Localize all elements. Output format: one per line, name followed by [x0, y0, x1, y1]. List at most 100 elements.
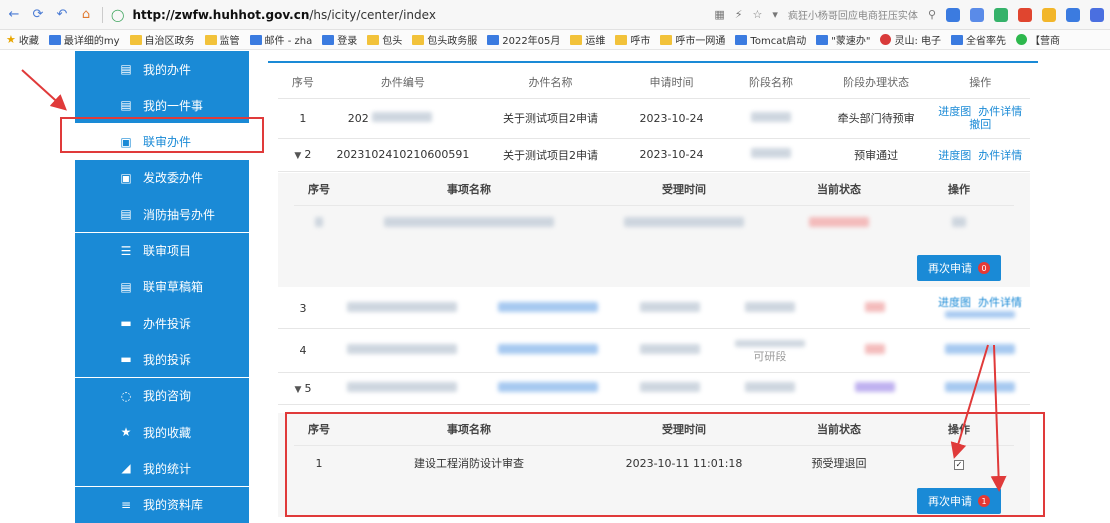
undo-icon[interactable]: ↶	[54, 7, 70, 23]
extension-icon[interactable]	[970, 7, 984, 22]
sidebar-item[interactable]: ▬ 办件投诉	[75, 305, 249, 342]
header-stage-status: 阶段办理状态	[821, 66, 931, 99]
bookmark-label: 监管	[219, 36, 240, 47]
table-row: ▼ 2 2023102410210600591 关于测试项目2申请 2023-10…	[278, 138, 1030, 172]
sidebar-item[interactable]: ▬ 我的投诉	[75, 341, 249, 378]
bookmark-item[interactable]: 呼市一网通	[660, 32, 725, 47]
row-index[interactable]: ▼ 5	[278, 372, 328, 405]
lightning-icon[interactable]: ⚡	[735, 8, 743, 21]
bookmark-item[interactable]: Tomcat启动	[735, 32, 806, 47]
app-icon[interactable]	[1066, 7, 1080, 22]
bookmark-item[interactable]: 呼市	[615, 32, 650, 47]
details-link[interactable]: 办件详情	[978, 296, 1022, 309]
expand-caret-icon[interactable]: ▼	[294, 151, 301, 161]
row-name	[475, 290, 622, 329]
bookmark-item[interactable]: 最详细的my	[48, 32, 120, 47]
key-icon[interactable]	[1042, 7, 1056, 22]
sidebar-item-label: 办件投诉	[143, 316, 192, 331]
screenshot-icon[interactable]	[994, 7, 1008, 22]
row-name-link[interactable]: 关于测试项目2申请	[478, 98, 623, 139]
sidebar-item[interactable]: ◢ 我的统计	[75, 450, 249, 487]
bookmark-item[interactable]: 运维	[570, 32, 605, 47]
sidebar-item[interactable]: ◌ 我的咨询	[75, 377, 249, 414]
news-snippet[interactable]: 疯狂小杨哥回应电商狂压实体	[788, 7, 918, 22]
row-stage	[718, 290, 821, 329]
bookmark-item[interactable]: 2022年05月	[487, 32, 560, 47]
progress-link[interactable]: 进度图	[938, 296, 971, 309]
list-icon: ☰	[120, 243, 132, 258]
sidebar-item-label: 我的统计	[143, 461, 192, 476]
withdraw-link[interactable]: 撤回	[969, 118, 991, 131]
back-icon[interactable]: ←	[6, 7, 22, 23]
bookmark-item[interactable]: 监管	[204, 32, 240, 47]
favorite-star-icon[interactable]: ☆	[753, 8, 763, 21]
row-status: 牵头部门待预审	[821, 98, 931, 139]
sidebar-item[interactable]: ▤ 联审草稿箱	[75, 268, 249, 305]
bookmark-item[interactable]: 包头	[367, 32, 402, 47]
table-row: 1 202 关于测试项目2申请 2023-10-24 牵头部门待预审 进度图 办…	[278, 98, 1030, 139]
row-status	[820, 372, 930, 405]
bookmark-item[interactable]: ★ 收藏	[6, 32, 39, 47]
database-icon: ≡	[120, 497, 132, 512]
table-header-row: 序号 办件编号 办件名称 申请时间 阶段名称 阶段办理状态 操作	[278, 66, 1030, 99]
bookmark-label: 【营商	[1030, 36, 1061, 47]
url-path: /hs/icity/center/index	[309, 7, 436, 22]
row-stage: 可研段	[718, 328, 821, 373]
details-link[interactable]: 办件详情	[978, 105, 1022, 118]
download-icon[interactable]	[946, 7, 960, 22]
address-bar[interactable]: http://zwfw.huhhot.gov.cn/hs/icity/cente…	[132, 8, 436, 22]
chart-icon: ◢	[121, 461, 131, 476]
bookmark-item[interactable]: 包头政务服	[412, 32, 477, 47]
row-index[interactable]: ▼ 2	[278, 138, 328, 172]
header-operation: 操作	[930, 66, 1030, 99]
chevron-down-icon[interactable]: ▾	[772, 8, 778, 21]
row-date: 2023-10-24	[622, 98, 721, 139]
redacted-block	[639, 343, 700, 354]
search-icon[interactable]: ⚲	[928, 8, 936, 21]
expand-caret-icon[interactable]: ▼	[295, 385, 302, 395]
sub-header-operation: 操作	[948, 182, 970, 196]
bookmark-item[interactable]: 自治区政务	[129, 32, 195, 47]
sidebar-item[interactable]: ≡ 我的资料库	[75, 486, 249, 523]
refresh-icon[interactable]: ⟳	[30, 7, 46, 23]
progress-link[interactable]: 进度图	[938, 149, 971, 162]
redacted-block	[809, 216, 869, 227]
annotation-box-sidebar	[60, 117, 264, 153]
row-name-link[interactable]: 关于测试项目2申请	[478, 138, 623, 172]
reapply-button[interactable]: 再次申请 0	[917, 255, 1001, 281]
menu-icon[interactable]	[1090, 7, 1104, 22]
bookmark-item[interactable]: 登录	[322, 32, 357, 47]
card-icon: ▣	[120, 170, 132, 185]
site-icon	[249, 34, 262, 45]
sub-row-time	[594, 204, 774, 241]
bookmark-item[interactable]: "蒙速办"	[816, 32, 870, 47]
site-icon	[487, 34, 500, 45]
star-icon: ★	[6, 33, 16, 46]
bookmark-item[interactable]: 【营商	[1016, 32, 1060, 47]
row-stage	[720, 138, 822, 172]
scissors-icon[interactable]	[1018, 7, 1032, 22]
home-icon[interactable]: ⌂	[78, 7, 94, 23]
site-icon	[880, 34, 892, 45]
row-index: 3	[278, 290, 328, 329]
details-link[interactable]: 办件详情	[978, 149, 1022, 162]
sidebar-item[interactable]: ▤ 消防抽号办件	[75, 196, 249, 233]
sidebar-item[interactable]: ☰ 联审项目	[75, 232, 249, 269]
sidebar-item[interactable]: ▣ 发改委办件	[75, 159, 249, 196]
redacted-block	[865, 343, 886, 354]
row-code	[327, 290, 476, 329]
bookmark-item[interactable]: 灵山: 电子	[880, 32, 941, 47]
progress-link[interactable]: 进度图	[938, 105, 971, 118]
bookmark-item[interactable]: 全省率先	[951, 32, 1006, 47]
sidebar-item-label: 我的办件	[143, 62, 192, 77]
sidebar-item[interactable]: ▤ 我的办件	[75, 51, 249, 87]
site-icon	[322, 34, 335, 45]
site-icon	[816, 34, 829, 45]
sidebar-item[interactable]: ★ 我的收藏	[75, 414, 249, 450]
content-top-line	[268, 61, 1038, 63]
bookmark-item[interactable]: 邮件 - zha	[249, 32, 312, 47]
url-host: http://zwfw.huhhot.gov.cn	[132, 7, 310, 22]
sub-row-op	[904, 204, 1014, 241]
row-operations: 进度图 办件详情	[930, 290, 1030, 329]
grid-icon[interactable]: ▦	[714, 8, 724, 21]
